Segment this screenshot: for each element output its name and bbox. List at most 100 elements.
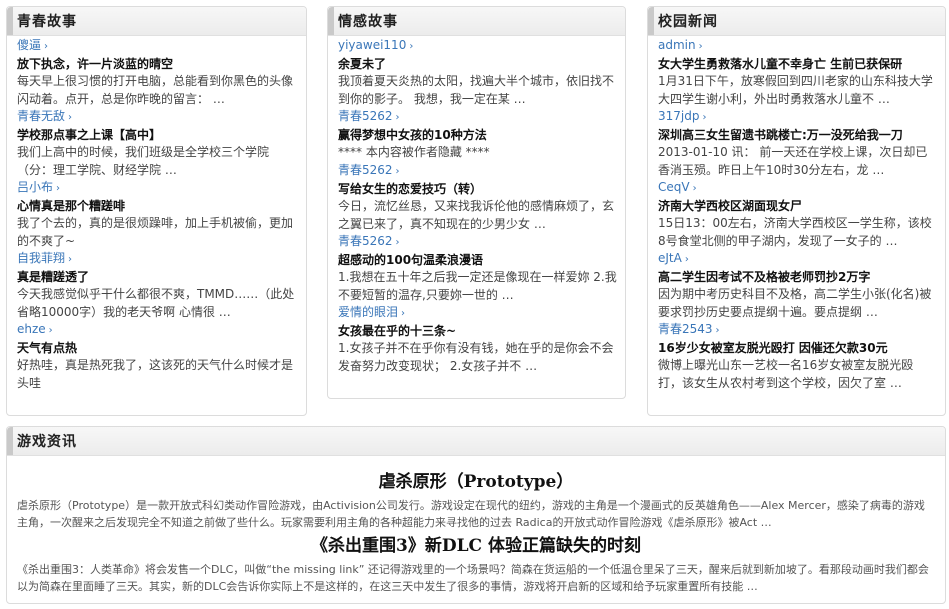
game-article: 《杀出重围3》新DLC 体验正篇缺失的时刻 《杀出重围3：人类革命》将会发售一个… [7, 535, 945, 595]
panel-title: 游戏资讯 [17, 434, 77, 450]
chevron-right-icon: › [684, 254, 689, 265]
story-headline[interactable]: 真是糟蹉透了 [17, 269, 298, 286]
news-summary: 因为期中考历史科目不及格，高二学生小张(化名)被要求罚抄历史要点提纲十遍。要点提… [658, 287, 932, 319]
list-item: yiyawei110 › 余夏未了 我顶着夏天炎热的太阳，找遍大半个城市，依旧找不… [338, 37, 617, 108]
story-summary: 今天我感觉似乎干什么都很不爽，TMMD……（此处省略10000字）我的老天爷啊 … [17, 287, 295, 319]
author-link[interactable]: 自我菲翔 › [17, 250, 298, 268]
story-list: yiyawei110 › 余夏未了 我顶着夏天炎热的太阳，找遍大半个城市，依旧找不… [338, 37, 617, 375]
story-headline[interactable]: 心情真是那个糟蹉啡 [17, 198, 298, 215]
list-item: 青春5262 › 写给女生的恋爱技巧（转） 今日，流忆丝恳，又来找我诉伦他的感情麻… [338, 162, 617, 233]
author-link[interactable]: 青春无敌 › [17, 108, 298, 126]
panel-header: 校园新闻 [648, 7, 945, 36]
story-summary: 我顶着夏天炎热的太阳，找遍大半个城市，依旧找不到你的影子。 我想，我一定在某 … [338, 74, 615, 106]
news-summary: 1月31日下午，放寒假回到四川老家的山东科技大学大四学生谢小利，外出时勇救落水儿… [658, 74, 933, 106]
story-summary: 好热哇，真是热死我了，这该死的天气什么时候才是头哇 [17, 358, 294, 390]
list-item: CeqV › 济南大学西校区湖面现女尸 15日13：00左右，济南大学西校区一学生… [658, 179, 937, 250]
chevron-right-icon: › [692, 183, 697, 194]
story-summary: 1.女孩子并不在乎你有没有钱，她在乎的是你会不会发奋努力改变现状； 2.女孩子并… [338, 341, 614, 373]
chevron-right-icon: › [715, 325, 720, 336]
author-link[interactable]: 青春2543 › [658, 321, 937, 339]
chevron-right-icon: › [44, 41, 49, 52]
header-accent-bar [328, 7, 334, 35]
author-link[interactable]: eJtA › [658, 250, 937, 268]
article-summary: 虐杀原形（Prototype）是一款开放式科幻类动作冒险游戏，由Activisi… [17, 499, 925, 529]
panel-title: 青春故事 [17, 14, 77, 30]
list-item: 317jdp › 深圳高三女生留遗书跳楼亡:万一没死给我一刀 2013-01-10… [658, 108, 937, 179]
chevron-right-icon: › [409, 41, 414, 52]
chevron-right-icon: › [702, 112, 707, 123]
list-item: 自我菲翔 › 真是糟蹉透了 今天我感觉似乎干什么都很不爽，TMMD……（此处省略1… [17, 250, 298, 321]
news-list: admin › 女大学生勇救落水儿童不幸身亡 生前已获保研 1月31日下午，放寒假… [658, 37, 937, 392]
author-link[interactable]: 傻逼 › [17, 37, 298, 55]
list-item: admin › 女大学生勇救落水儿童不幸身亡 生前已获保研 1月31日下午，放寒假… [658, 37, 937, 108]
author-link[interactable]: admin › [658, 37, 937, 55]
author-link[interactable]: 317jdp › [658, 108, 937, 126]
story-headline[interactable]: 天气有点热 [17, 340, 298, 357]
list-item: ehze › 天气有点热 好热哇，真是热死我了，这该死的天气什么时候才是头哇 [17, 321, 298, 392]
chevron-right-icon: › [698, 41, 703, 52]
story-headline[interactable]: 余夏未了 [338, 56, 617, 73]
story-headline[interactable]: 学校那点事之上课【高中】 [17, 127, 298, 144]
author-link[interactable]: ehze › [17, 321, 298, 339]
news-headline[interactable]: 高二学生因考试不及格被老师罚抄2万字 [658, 269, 937, 286]
chevron-right-icon: › [56, 183, 61, 194]
story-summary: 今日，流忆丝恳，又来找我诉伦他的感情麻烦了，玄之翼已来了，真不知现在的少男少女 … [338, 199, 615, 231]
header-accent-bar [7, 7, 13, 35]
news-summary: 15日13：00左右，济南大学西校区一学生称，该校8号食堂北侧的甲子湖内，发现了… [658, 216, 932, 248]
story-headline[interactable]: 放下执念，许一片淡蓝的晴空 [17, 56, 298, 73]
chevron-right-icon: › [395, 237, 400, 248]
list-item: 青春2543 › 16岁少女被室友脱光殴打 因催还欠款30元 微博上曝光山东一艺校… [658, 321, 937, 392]
story-summary: 1.我想在五十年之后我一定还是像现在一样爱妳 2.我不要短暂的温存,只要妳一世的… [338, 270, 617, 302]
story-headline[interactable]: 写给女生的恋爱技巧（转） [338, 181, 617, 198]
panel-header: 情感故事 [328, 7, 625, 36]
list-item: 青春无敌 › 学校那点事之上课【高中】 我们上高中的时候，我们班级是全学校三个学院… [17, 108, 298, 179]
panel-emotion-stories: 情感故事 yiyawei110 › 余夏未了 我顶着夏天炎热的太阳，找遍大半个城市… [327, 6, 626, 399]
chevron-right-icon: › [395, 112, 400, 123]
author-link[interactable]: CeqV › [658, 179, 937, 197]
story-summary: 每天早上很习惯的打开电脑，总能看到你黑色的头像闪动着。点开，总是你昨晚的留言： … [17, 74, 294, 106]
author-link[interactable]: 青春5262 › [338, 162, 617, 180]
list-item: 吕小布 › 心情真是那个糟蹉啡 我了个去的，真的是很烦躁啡，加上手机被偷，更加的不… [17, 179, 298, 250]
news-headline[interactable]: 女大学生勇救落水儿童不幸身亡 生前已获保研 [658, 56, 937, 73]
news-headline[interactable]: 济南大学西校区湖面现女尸 [658, 198, 937, 215]
author-link[interactable]: yiyawei110 › [338, 37, 617, 55]
chevron-right-icon: › [68, 254, 73, 265]
story-summary: 我了个去的，真的是很烦躁啡，加上手机被偷，更加的不爽了~ [17, 216, 294, 248]
panel-header: 青春故事 [7, 7, 306, 36]
story-list: 傻逼 › 放下执念，许一片淡蓝的晴空 每天早上很习惯的打开电脑，总能看到你黑色的头… [17, 37, 298, 392]
story-headline[interactable]: 赢得梦想中女孩的10种方法 [338, 127, 617, 144]
chevron-right-icon: › [68, 112, 73, 123]
panel-title: 情感故事 [338, 14, 398, 30]
header-accent-bar [648, 7, 654, 35]
story-headline[interactable]: 超感动的100句温柔浪漫语 [338, 252, 617, 269]
news-summary: 2013-01-10 讯： 前一天还在学校上课，次日却已香消玉殒。昨日上午10时… [658, 145, 928, 177]
list-item: 爱情的眼泪 › 女孩最在乎的十三条~ 1.女孩子并不在乎你有没有钱，她在乎的是你会… [338, 304, 617, 375]
article-headline[interactable]: 虐杀原形（Prototype） [7, 471, 945, 493]
chevron-right-icon: › [395, 166, 400, 177]
story-summary: **** 本内容被作者隐藏 **** [338, 145, 490, 159]
author-link[interactable]: 吕小布 › [17, 179, 298, 197]
news-summary: 微博上曝光山东一艺校一名16岁女被室友脱光殴打，该女生从农村考到这个学校，因欠了… [658, 358, 914, 390]
author-link[interactable]: 青春5262 › [338, 233, 617, 251]
panel-game-news: 游戏资讯 虐杀原形（Prototype） 虐杀原形（Prototype）是一款开… [6, 426, 946, 604]
article-headline[interactable]: 《杀出重围3》新DLC 体验正篇缺失的时刻 [7, 535, 945, 557]
news-headline[interactable]: 深圳高三女生留遗书跳楼亡:万一没死给我一刀 [658, 127, 937, 144]
story-headline[interactable]: 女孩最在乎的十三条~ [338, 323, 617, 340]
article-summary: 《杀出重围3：人类革命》将会发售一个DLC，叫做“the missing lin… [17, 563, 929, 593]
chevron-right-icon: › [48, 325, 53, 336]
author-link[interactable]: 爱情的眼泪 › [338, 304, 617, 322]
panel-campus-news: 校园新闻 admin › 女大学生勇救落水儿童不幸身亡 生前已获保研 1月31日下… [647, 6, 946, 416]
game-article: 虐杀原形（Prototype） 虐杀原形（Prototype）是一款开放式科幻类… [7, 471, 945, 531]
list-item: eJtA › 高二学生因考试不及格被老师罚抄2万字 因为期中考历史科目不及格，高二… [658, 250, 937, 321]
header-accent-bar [7, 427, 13, 455]
news-headline[interactable]: 16岁少女被室友脱光殴打 因催还欠款30元 [658, 340, 937, 357]
story-summary: 我们上高中的时候，我们班级是全学校三个学院（分：理工学院、财经学院 … [17, 145, 270, 177]
list-item: 傻逼 › 放下执念，许一片淡蓝的晴空 每天早上很习惯的打开电脑，总能看到你黑色的头… [17, 37, 298, 108]
list-item: 青春5262 › 超感动的100句温柔浪漫语 1.我想在五十年之后我一定还是像现在… [338, 233, 617, 304]
panel-youth-stories: 青春故事 傻逼 › 放下执念，许一片淡蓝的晴空 每天早上很习惯的打开电脑，总能看到… [6, 6, 307, 416]
author-link[interactable]: 青春5262 › [338, 108, 617, 126]
panel-header: 游戏资讯 [7, 427, 945, 456]
panel-title: 校园新闻 [658, 14, 718, 30]
chevron-right-icon: › [401, 308, 406, 319]
list-item: 青春5262 › 赢得梦想中女孩的10种方法 **** 本内容被作者隐藏 **** [338, 108, 617, 162]
